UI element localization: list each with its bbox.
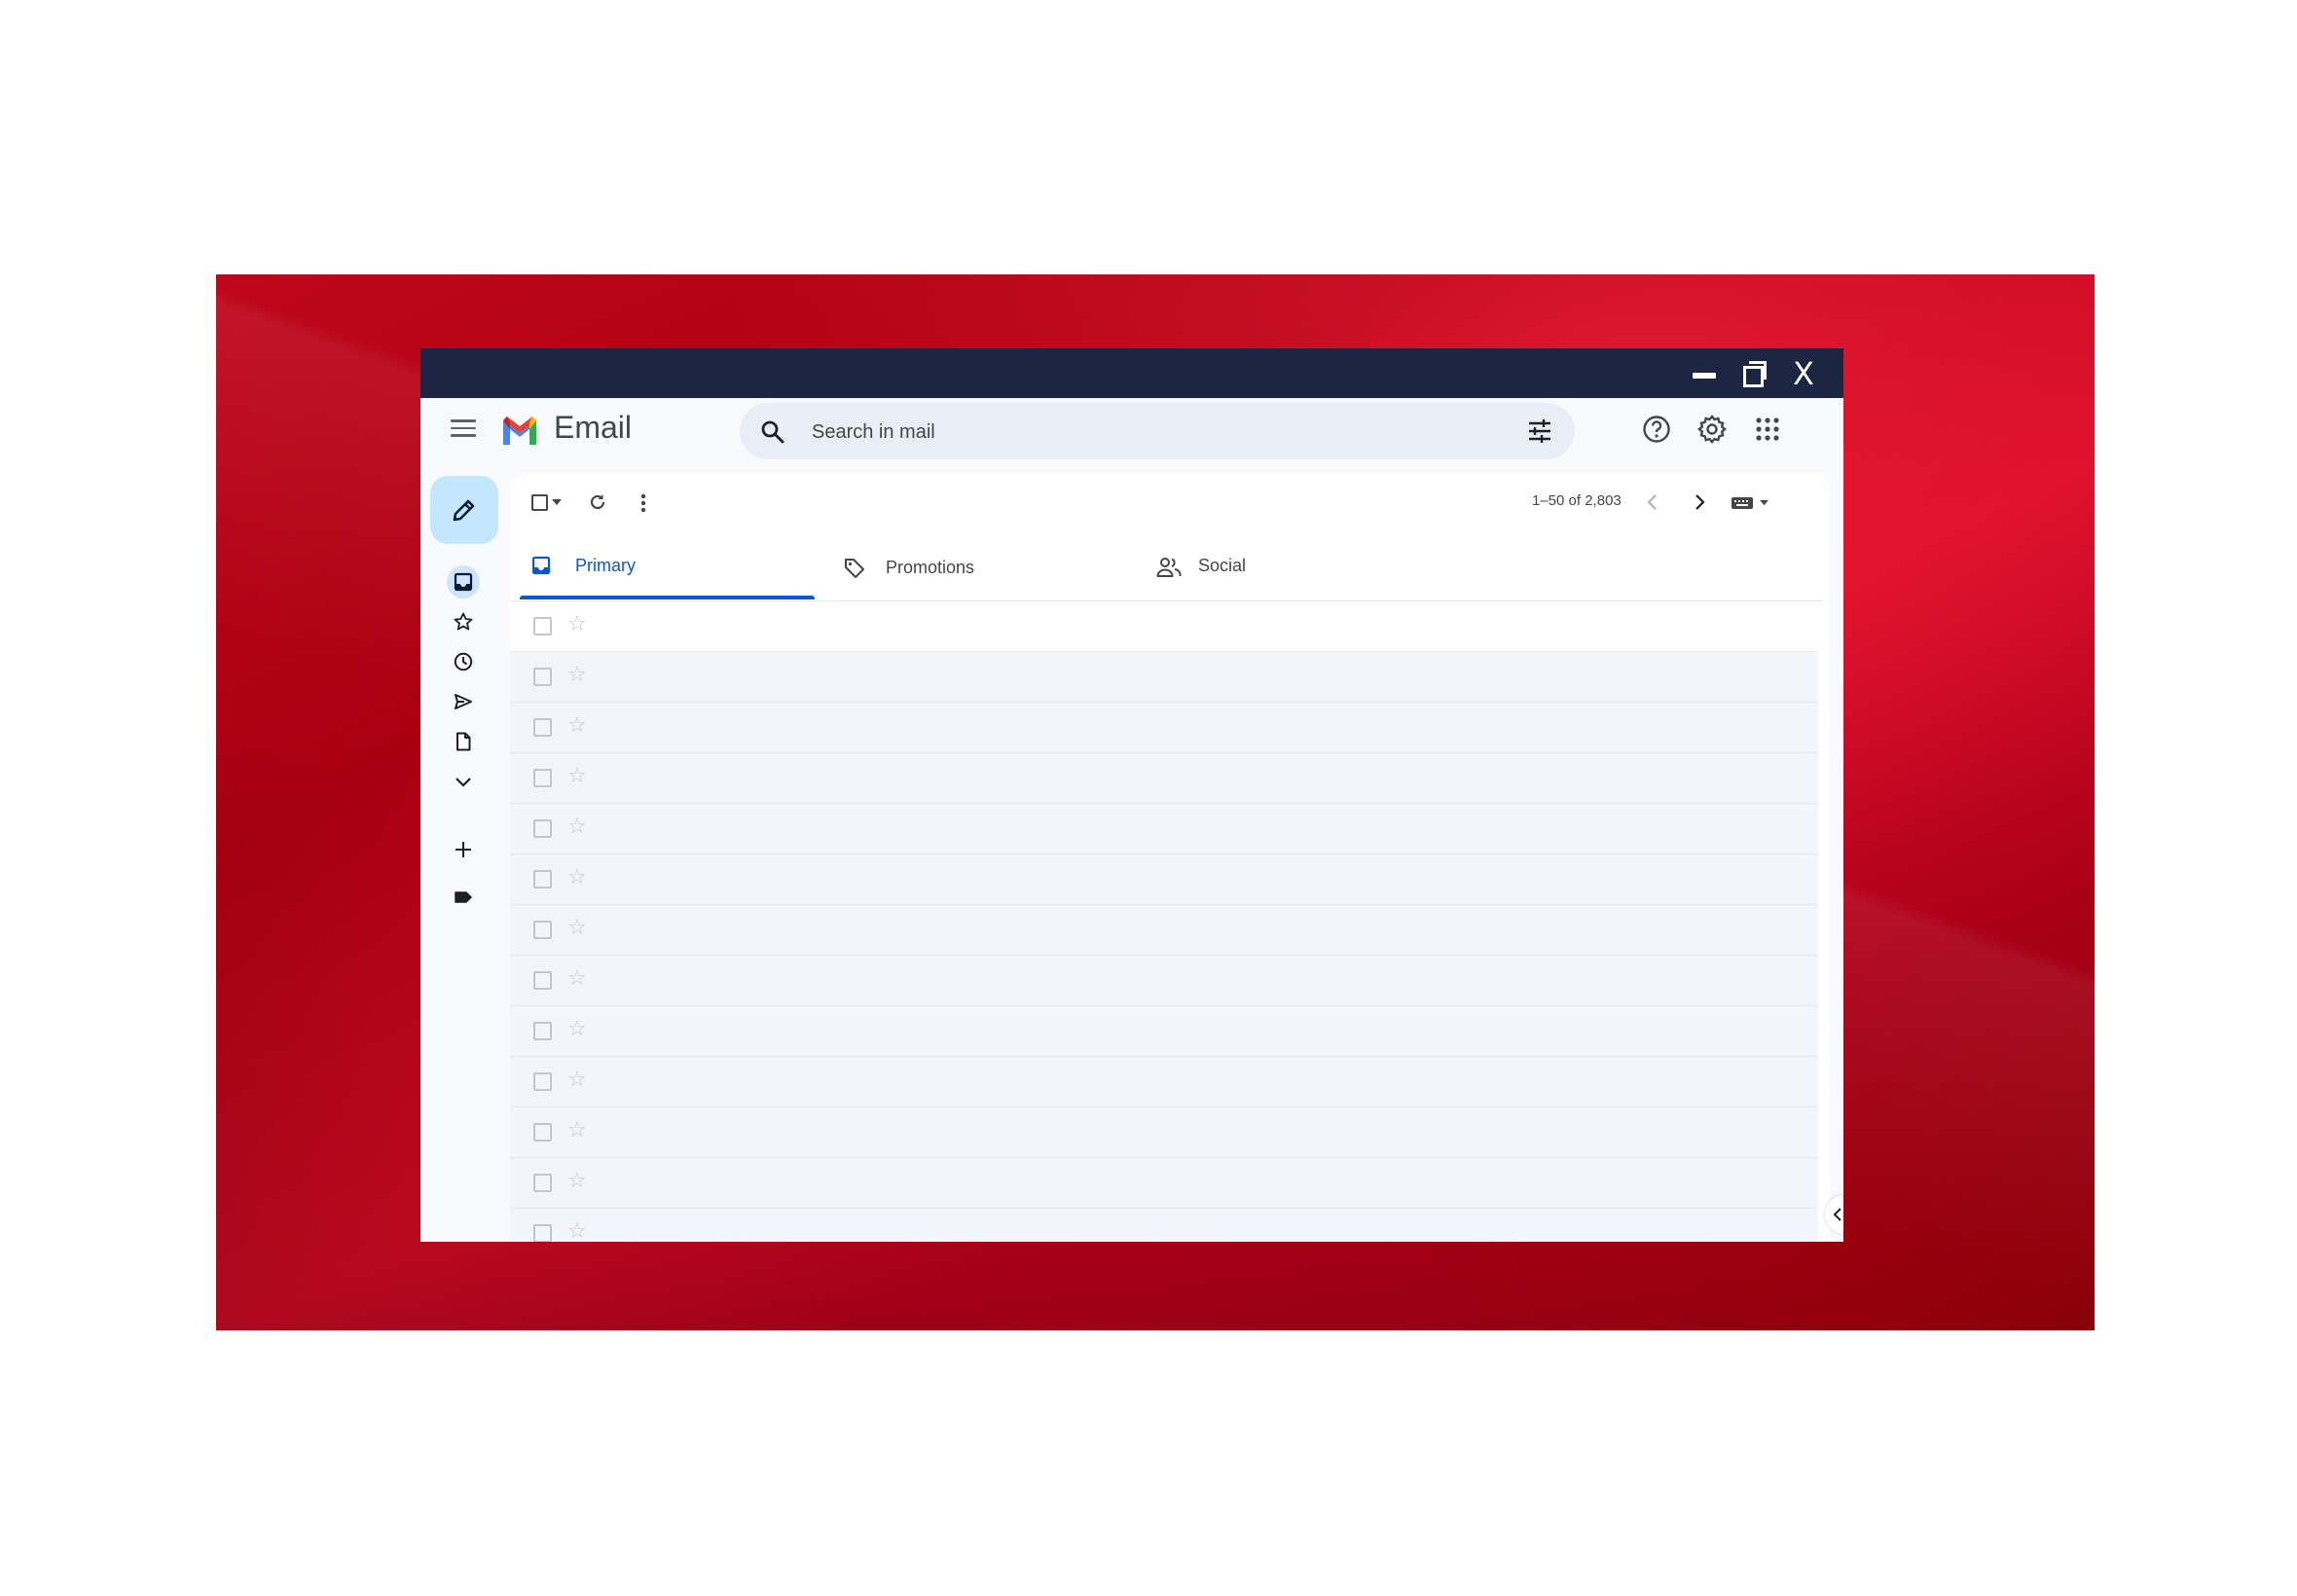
help-icon[interactable]	[1641, 414, 1672, 445]
tab-social[interactable]: Social	[1133, 534, 1444, 600]
tab-social-label: Social	[1198, 556, 1247, 575]
email-row[interactable]: ☆	[510, 1057, 1818, 1107]
inbox-icon	[531, 556, 551, 575]
tab-primary-label: Primary	[575, 556, 636, 575]
mail-toolbar: 1–50 of 2,803	[510, 473, 1830, 531]
inbox-icon	[454, 572, 473, 592]
people-icon	[1156, 558, 1182, 577]
star-icon[interactable]: ☆	[567, 968, 587, 990]
email-logo-icon	[503, 417, 536, 445]
inbox-nav-item[interactable]	[447, 565, 480, 598]
email-row[interactable]: ☆	[510, 956, 1818, 1006]
email-row[interactable]: ☆	[510, 1209, 1818, 1242]
keyboard-input-icon[interactable]	[1731, 496, 1773, 510]
email-row[interactable]: ☆	[510, 905, 1818, 956]
row-checkbox[interactable]	[533, 971, 552, 990]
compose-button[interactable]	[430, 476, 498, 544]
star-icon[interactable]: ☆	[567, 766, 587, 787]
tab-promotions[interactable]: Promotions	[821, 534, 1133, 600]
row-checkbox[interactable]	[533, 819, 552, 838]
close-button[interactable]: X	[1786, 356, 1821, 391]
email-row[interactable]: ☆	[510, 1158, 1818, 1209]
search-bar[interactable]	[740, 403, 1575, 459]
email-window: X Email Search in mail 1–50 of 2,803 Pri…	[420, 348, 1843, 1242]
next-page-icon[interactable]	[1694, 493, 1707, 511]
search-input[interactable]	[810, 417, 1495, 448]
more-vert-icon[interactable]	[638, 492, 648, 514]
snoozed-nav-item[interactable]	[447, 645, 480, 678]
email-row[interactable]: ☆	[510, 854, 1818, 905]
filter-icon[interactable]	[1526, 417, 1553, 445]
row-checkbox[interactable]	[533, 870, 552, 889]
settings-icon[interactable]	[1696, 414, 1728, 445]
star-icon[interactable]: ☆	[567, 816, 587, 838]
pagination-text: 1–50 of 2,803	[1532, 492, 1622, 509]
category-tabs: Primary Promotions Social	[510, 534, 1824, 601]
email-row[interactable]: ☆	[510, 753, 1818, 804]
tab-promotions-label: Promotions	[886, 558, 975, 577]
starred-nav-item[interactable]	[447, 605, 480, 638]
row-checkbox[interactable]	[533, 1072, 552, 1091]
star-icon[interactable]: ☆	[567, 665, 587, 686]
star-icon[interactable]: ☆	[567, 614, 587, 635]
label-icon	[455, 891, 472, 903]
star-icon[interactable]: ☆	[567, 1171, 587, 1192]
sent-nav-item[interactable]	[447, 685, 480, 718]
search-icon[interactable]	[760, 419, 785, 445]
select-all-checkbox[interactable]	[531, 494, 548, 511]
email-row[interactable]: ☆	[510, 1006, 1818, 1057]
email-row[interactable]: ☆	[510, 804, 1818, 854]
row-checkbox[interactable]	[533, 617, 552, 635]
star-icon[interactable]: ☆	[567, 715, 587, 737]
row-checkbox[interactable]	[533, 921, 552, 939]
star-icon[interactable]: ☆	[567, 1221, 587, 1243]
email-row[interactable]: ☆	[510, 703, 1818, 753]
row-checkbox[interactable]	[533, 718, 552, 737]
app-header: Email	[420, 398, 1843, 460]
minimize-button[interactable]	[1688, 356, 1723, 391]
plus-icon	[456, 842, 471, 857]
email-list: ☆ ☆ ☆ ☆ ☆ ☆ ☆ ☆ ☆ ☆ ☆ ☆ ☆	[510, 601, 1818, 1242]
star-icon[interactable]: ☆	[567, 1019, 587, 1040]
label-nav-item[interactable]	[447, 881, 480, 914]
clock-icon	[454, 652, 473, 671]
star-icon[interactable]: ☆	[567, 1070, 587, 1091]
star-icon[interactable]: ☆	[567, 918, 587, 939]
email-row[interactable]: ☆	[510, 652, 1818, 703]
active-tab-indicator	[520, 596, 815, 599]
row-checkbox[interactable]	[533, 1174, 552, 1192]
mail-list-panel: 1–50 of 2,803 Primary Promotions Social …	[510, 473, 1830, 1242]
row-checkbox[interactable]	[533, 769, 552, 787]
refresh-icon[interactable]	[588, 492, 607, 512]
app-title: Email	[554, 410, 633, 445]
tab-primary[interactable]: Primary	[510, 534, 821, 600]
row-checkbox[interactable]	[533, 1123, 552, 1142]
star-icon[interactable]: ☆	[567, 867, 587, 889]
chevron-left-icon	[1833, 1208, 1841, 1221]
select-dropdown-icon[interactable]	[551, 498, 563, 506]
navigation-rail	[420, 460, 508, 1242]
chevron-down-icon	[456, 778, 471, 787]
more-nav-item[interactable]	[447, 765, 480, 798]
tag-icon	[845, 559, 864, 578]
row-checkbox[interactable]	[533, 668, 552, 686]
star-icon	[454, 612, 473, 631]
prev-page-icon[interactable]	[1645, 493, 1659, 511]
email-row[interactable]: ☆	[510, 1107, 1818, 1158]
draft-file-icon	[456, 732, 471, 751]
menu-icon[interactable]	[451, 419, 476, 439]
apps-icon[interactable]	[1752, 414, 1783, 445]
pencil-icon	[453, 499, 475, 522]
send-icon	[455, 694, 472, 709]
row-checkbox[interactable]	[533, 1224, 552, 1242]
restore-button[interactable]	[1736, 356, 1771, 391]
email-row[interactable]: ☆	[510, 601, 1818, 652]
drafts-nav-item[interactable]	[447, 725, 480, 758]
star-icon[interactable]: ☆	[567, 1120, 587, 1142]
create-label-button[interactable]	[447, 833, 480, 866]
window-titlebar: X	[420, 348, 1843, 398]
row-checkbox[interactable]	[533, 1022, 552, 1040]
